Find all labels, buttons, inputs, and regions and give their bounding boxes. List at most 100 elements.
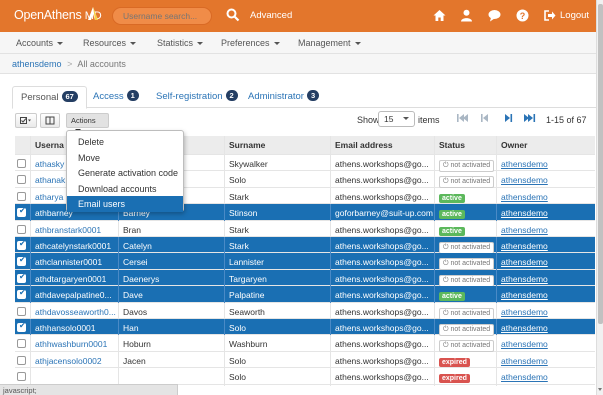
surname-cell: Washburn	[225, 335, 331, 354]
owner-link[interactable]: athensdemo	[501, 323, 548, 333]
username-link[interactable]: athdtargaryen0001	[35, 274, 106, 284]
table-row[interactable]: athbranstark0001 Bran Stark athens.workshop…	[15, 220, 595, 239]
tab-access[interactable]: Access 1	[85, 86, 147, 108]
columns-button[interactable]	[40, 113, 60, 128]
header-email[interactable]: Email address	[331, 136, 435, 154]
username-link[interactable]: athclannister0001	[35, 257, 102, 267]
first-page-icon[interactable]	[455, 112, 469, 124]
username-link[interactable]: athjacensolo0002	[35, 356, 102, 366]
row-checkbox[interactable]	[17, 355, 26, 365]
breadcrumb-root-link[interactable]: athensdemo	[12, 59, 62, 69]
row-checkbox[interactable]	[17, 239, 26, 250]
menu-preferences[interactable]: Preferences	[221, 38, 280, 48]
tab-personal-label: Personal	[21, 92, 59, 103]
owner-link[interactable]: athensdemo	[501, 257, 548, 267]
row-checkbox[interactable]	[17, 224, 26, 234]
home-icon[interactable]	[433, 9, 446, 22]
actions-dropdown-button[interactable]: Actions	[66, 113, 109, 132]
table-row[interactable]: athjacensolo0002 Jacen Solo athens.workshop…	[15, 351, 595, 370]
owner-link[interactable]: athensdemo	[501, 274, 548, 284]
row-checkbox[interactable]	[17, 272, 26, 283]
row-checkbox[interactable]	[17, 321, 26, 332]
surname-cell: Solo	[225, 171, 331, 190]
owner-link[interactable]: athensdemo	[501, 372, 548, 382]
owner-link[interactable]: athensdemo	[501, 307, 548, 317]
chat-icon[interactable]	[488, 9, 501, 22]
action-delete[interactable]: Delete	[67, 134, 183, 150]
action-email-users[interactable]: Email users	[67, 196, 183, 212]
row-checkbox[interactable]	[17, 288, 26, 300]
owner-link[interactable]: athensdemo	[501, 225, 548, 235]
username-link[interactable]: athcatelynstark0001	[35, 241, 111, 251]
search-icon[interactable]	[226, 8, 240, 22]
username-link[interactable]: athasky	[35, 159, 64, 169]
table-row[interactable]: athdavosseaworth0... Davos Seaworth athens.…	[15, 302, 595, 321]
row-checkbox[interactable]	[17, 255, 26, 267]
username-link[interactable]: athanak	[35, 175, 65, 185]
menu-management[interactable]: Management	[298, 38, 361, 48]
row-checkbox[interactable]	[17, 175, 26, 185]
table-row[interactable]: Solo athens.workshops@go... expired athensd…	[15, 368, 595, 387]
advanced-search-link[interactable]: Advanced	[250, 10, 292, 21]
status-badge: ⏻ not activated	[439, 324, 495, 336]
row-checkbox[interactable]	[17, 339, 26, 349]
row-checkbox-cell	[15, 319, 31, 337]
select-all-button[interactable]	[15, 113, 37, 128]
tab-self-registration[interactable]: Self-registration 2	[148, 86, 246, 108]
header-owner[interactable]: Owner	[497, 136, 595, 154]
username-link[interactable]: athdavosseaworth0...	[35, 307, 116, 317]
logout-icon[interactable]	[544, 10, 556, 21]
vertical-scrollbar[interactable]	[596, 0, 603, 395]
menu-accounts[interactable]: Accounts	[16, 38, 64, 48]
username-link[interactable]: athhansolo0001	[35, 323, 96, 333]
scroll-down-arrow-icon[interactable]	[598, 388, 602, 391]
owner-link[interactable]: athensdemo	[501, 192, 548, 202]
menu-resources[interactable]: Resources	[83, 38, 137, 48]
app-window: OpenAthens MD Advanced ?	[0, 0, 603, 395]
row-checkbox[interactable]	[17, 206, 26, 218]
owner-link[interactable]: athensdemo	[501, 241, 548, 251]
owner-link[interactable]: athensdemo	[501, 356, 548, 366]
tab-administrator[interactable]: Administrator 3	[240, 86, 327, 108]
help-icon[interactable]: ?	[516, 9, 529, 22]
status-badge: ⏻ not activated	[439, 274, 495, 287]
table-row[interactable]: athcatelynstark0001 CatelynStarkathens.wo…	[15, 237, 595, 255]
row-checkbox[interactable]	[17, 191, 26, 201]
table-row[interactable]: athdtargaryen0001DaenerysTargaryenathens…	[15, 269, 595, 288]
row-checkbox[interactable]	[17, 306, 26, 316]
owner-link[interactable]: athensdemo	[501, 208, 548, 218]
username-search-input[interactable]	[112, 7, 212, 25]
username-link[interactable]: atharya	[35, 192, 63, 202]
tab-personal[interactable]: Personal 67	[12, 86, 87, 109]
page-size-select[interactable]: 15	[378, 111, 415, 127]
items-label: items	[418, 115, 440, 125]
table-row[interactable]: athhansolo0001 HanSoloathens.workshops@go…	[15, 319, 595, 337]
next-page-icon[interactable]	[502, 112, 516, 124]
header-surname[interactable]: Surname	[225, 136, 331, 154]
username-link[interactable]: athdavepalpatine0...	[35, 290, 112, 300]
menu-statistics[interactable]: Statistics	[157, 38, 204, 48]
header-status[interactable]: Status	[435, 136, 497, 154]
action-download-accounts[interactable]: Download accounts	[67, 181, 183, 197]
scrollbar-thumb[interactable]	[598, 4, 603, 324]
username-cell: athjacensolo0002	[31, 351, 119, 370]
owner-link[interactable]: athensdemo	[501, 339, 548, 349]
logout-link[interactable]: Logout	[560, 10, 589, 21]
previous-page-icon[interactable]	[477, 112, 491, 124]
table-row[interactable]: athdavepalpatine0... DavePalpatineathens.…	[15, 286, 595, 305]
action-move[interactable]: Move	[67, 150, 183, 166]
owner-link[interactable]: athensdemo	[501, 159, 548, 169]
username-link[interactable]: athbranstark0001	[35, 225, 101, 235]
row-checkbox[interactable]	[17, 159, 26, 168]
owner-link[interactable]: athensdemo	[501, 175, 548, 185]
table-row[interactable]: athhwashburn0001 Hoburn Washburn athens.wor…	[15, 335, 595, 354]
actions-label: Actions	[71, 116, 96, 125]
table-row[interactable]: athclannister0001 CerseiLannisterathens.w…	[15, 253, 595, 272]
row-checkbox[interactable]	[17, 372, 26, 382]
owner-link[interactable]: athensdemo	[501, 290, 548, 300]
action-generate-activation-code[interactable]: Generate activation code	[67, 165, 183, 181]
account-tabs: Personal 67 Access 1 Self-registration 2 Ad…	[12, 86, 602, 109]
user-icon[interactable]	[460, 9, 473, 22]
last-page-icon[interactable]	[523, 112, 537, 124]
username-link[interactable]: athhwashburn0001	[35, 339, 107, 349]
